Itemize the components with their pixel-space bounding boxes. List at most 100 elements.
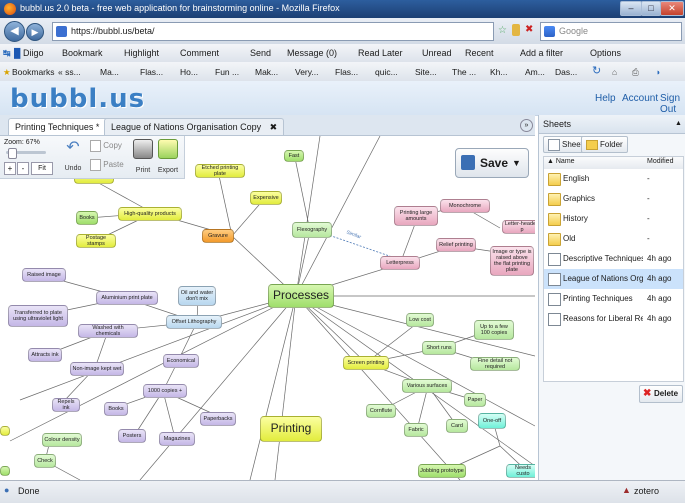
list-item[interactable]: Old -	[544, 229, 683, 249]
bookmark-item[interactable]: Flas...	[335, 67, 358, 77]
node-oil-water[interactable]: Oil and water don't mix	[178, 286, 216, 306]
node-partial-left-bottom[interactable]	[0, 466, 10, 476]
bookmark-item[interactable]: Kh...	[490, 67, 507, 77]
unread-button[interactable]: Unread	[422, 48, 452, 58]
bookmark-item[interactable]: Fun ...	[215, 67, 239, 77]
bookmark-item[interactable]: Flas...	[140, 67, 163, 77]
diigo-button[interactable]: Diigo	[23, 48, 44, 58]
node-postage[interactable]: Postage stamps	[76, 234, 116, 248]
export-button[interactable]: Export	[153, 139, 183, 175]
save-button[interactable]: Save ▼	[455, 148, 529, 178]
node-expensive[interactable]: Expensive	[250, 191, 282, 205]
node-attracts[interactable]: Attracts ink	[28, 348, 62, 362]
node-check[interactable]: Check	[34, 454, 56, 468]
url-bar[interactable]: https://bubbl.us/beta/	[52, 22, 494, 41]
node-offset[interactable]: Offset Lithography	[166, 315, 222, 329]
maximize-button[interactable]: □	[641, 1, 661, 16]
node-fast[interactable]: Fast	[284, 150, 304, 162]
zoom-slider[interactable]	[6, 148, 46, 159]
search-bar[interactable]: Google	[540, 22, 682, 41]
node-needs-custom[interactable]: Needs custo	[506, 464, 535, 478]
list-item[interactable]: English -	[544, 169, 683, 189]
bookmark-item[interactable]: Very...	[295, 67, 318, 77]
node-processes[interactable]: Processes	[268, 284, 334, 308]
forward-button[interactable]: ▶	[26, 23, 44, 41]
node-transferred[interactable]: Transferred to plate using ultraviolet l…	[8, 305, 68, 327]
list-item[interactable]: Printing Techniques 4h ago	[544, 289, 683, 309]
node-colour-density[interactable]: Colour density	[42, 433, 82, 447]
node-books-bottom[interactable]: Books	[104, 402, 128, 416]
node-gravure[interactable]: Gravure	[202, 229, 234, 243]
read-later-button[interactable]: Read Later	[358, 48, 403, 58]
tab-menu-icon[interactable]: »	[520, 119, 533, 132]
node-various[interactable]: Various surfaces	[402, 379, 452, 393]
bookmark-item[interactable]: Mak...	[255, 67, 278, 77]
node-cornflute[interactable]: Cornflute	[366, 404, 396, 418]
node-raised-image[interactable]: Raised image	[22, 268, 66, 282]
highlight-button[interactable]: Highlight	[124, 48, 159, 58]
node-flexography[interactable]: Flexography	[292, 222, 332, 238]
account-link[interactable]: Account	[622, 93, 658, 104]
zoom-in-button[interactable]: +	[4, 162, 16, 175]
node-copies[interactable]: 1000 copies +	[143, 384, 187, 398]
node-card[interactable]: Card	[446, 419, 468, 433]
addon-icon[interactable]: ◑	[655, 67, 660, 77]
stop-icon[interactable]: ✖	[525, 24, 533, 35]
list-item[interactable]: Reasons for Liberal Refor 4h ago	[544, 309, 683, 329]
list-item[interactable]: History -	[544, 209, 683, 229]
bookmark-item[interactable]: « ss...	[58, 67, 81, 77]
reload-icon[interactable]: ↻	[592, 64, 601, 77]
bookmark-item[interactable]: Am...	[525, 67, 545, 77]
fit-button[interactable]: Fit	[31, 162, 53, 175]
node-low-cost[interactable]: Low cost	[406, 313, 434, 327]
node-screen[interactable]: Screen printing	[343, 356, 389, 370]
diigo-menu-icon[interactable]: ↹	[3, 48, 11, 59]
node-economical[interactable]: Economical	[163, 354, 199, 368]
node-up-to-few[interactable]: Up to a few 100 copies	[474, 320, 514, 340]
star-icon[interactable]: ☆	[498, 25, 507, 36]
node-high-quality[interactable]: High-quality products	[118, 207, 182, 221]
undo-button[interactable]: ↶ Undo	[58, 139, 88, 175]
copy-button[interactable]: Copy	[90, 140, 122, 152]
send-button[interactable]: Send	[250, 48, 271, 58]
node-books-top[interactable]: Books	[76, 211, 98, 225]
node-etched[interactable]: Etched printing plate	[195, 164, 245, 178]
sign-out-link[interactable]: Sign Out	[660, 93, 685, 115]
node-printing[interactable]: Printing	[260, 416, 322, 442]
help-link[interactable]: Help	[595, 93, 616, 104]
node-one-off[interactable]: One-off	[478, 413, 506, 429]
node-partial-left[interactable]	[0, 426, 10, 436]
node-letterpress[interactable]: Letterpress	[380, 256, 420, 270]
node-fine-detail[interactable]: Fine detail not required	[470, 357, 520, 371]
node-paperbacks[interactable]: Paperbacks	[200, 412, 236, 426]
bookmarks-menu[interactable]: Bookmarks	[12, 67, 55, 77]
name-column-header[interactable]: ▲ Name	[547, 158, 575, 165]
zotero-button[interactable]: zotero	[634, 486, 659, 496]
node-relief[interactable]: Relief printing	[436, 238, 476, 252]
bubblus-logo[interactable]: bubbl.us	[10, 84, 145, 114]
node-washed[interactable]: Washed with chemicals	[78, 324, 138, 338]
list-item[interactable]: Descriptive Techniques C 4h ago	[544, 249, 683, 269]
back-button[interactable]: ◀	[4, 21, 25, 42]
collapse-icon[interactable]: ▲	[675, 120, 682, 127]
tab-close-icon[interactable]: ✖	[270, 122, 278, 132]
minimize-button[interactable]: –	[620, 1, 642, 16]
options-button[interactable]: Options	[590, 48, 621, 58]
bookmark-item[interactable]: Ho...	[180, 67, 198, 77]
save-dropdown-icon[interactable]: ▼	[512, 158, 521, 168]
bookmark-item[interactable]: The ...	[452, 67, 476, 77]
list-item-selected[interactable]: League of Nations Organi 4h ago	[544, 269, 683, 289]
node-jobbing[interactable]: Jobbing prototype	[418, 464, 466, 478]
node-aluminium[interactable]: Aluminium print plate	[96, 291, 158, 305]
modified-column-header[interactable]: Modified	[647, 158, 673, 165]
bookmark-button[interactable]: Bookmark	[62, 48, 103, 58]
bookmark-item[interactable]: Site...	[415, 67, 437, 77]
node-magazines-bottom[interactable]: Magazines	[159, 432, 195, 446]
close-window-button[interactable]: ✕	[660, 1, 684, 16]
paste-button[interactable]: Paste	[90, 159, 124, 171]
node-image-type[interactable]: Image or type is raised above the flat p…	[490, 246, 534, 276]
recent-button[interactable]: Recent	[465, 48, 494, 58]
mindmap-canvas[interactable]: Processes Printing Magazines High-qualit…	[0, 136, 535, 480]
message-button[interactable]: Message (0)	[287, 48, 337, 58]
comment-button[interactable]: Comment	[180, 48, 219, 58]
